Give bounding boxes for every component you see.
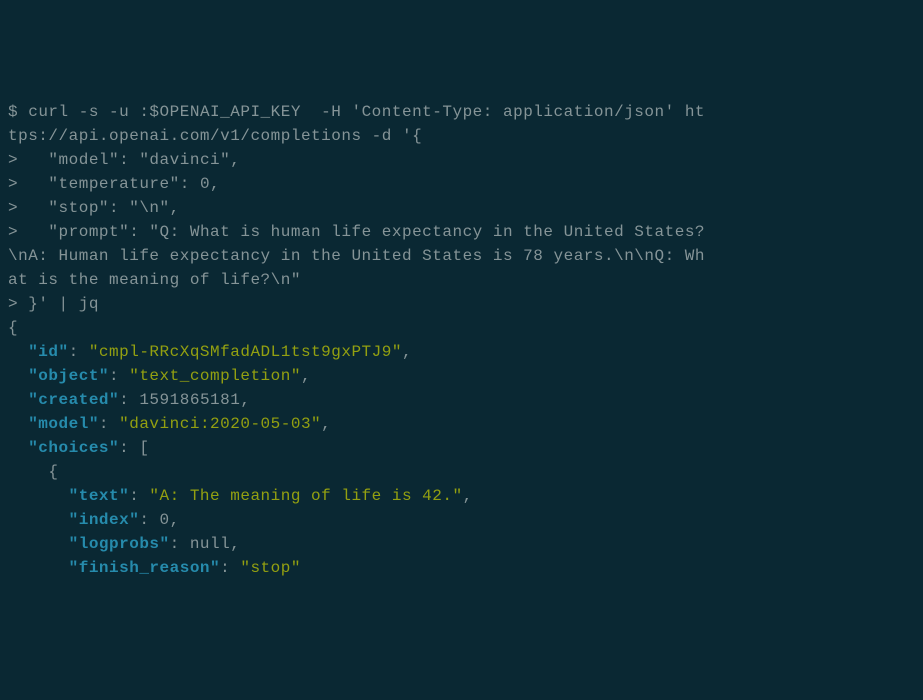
shell-prompt: $ (8, 103, 18, 121)
json-text-line: "text": "A: The meaning of life is 42.", (8, 484, 915, 508)
json-object-line: "object": "text_completion", (8, 364, 915, 388)
continuation-line-7: > }' | jq (8, 292, 915, 316)
json-model-line: "model": "davinci:2020-05-03", (8, 412, 915, 436)
continuation-line-2: > "temperature": 0, (8, 172, 915, 196)
json-logprobs-line: "logprobs": null, (8, 532, 915, 556)
command-line-2: tps://api.openai.com/v1/completions -d '… (8, 124, 915, 148)
continuation-line-3: > "stop": "\n", (8, 196, 915, 220)
json-choices-line: "choices": [ (8, 436, 915, 460)
continuation-line-5: \nA: Human life expectancy in the United… (8, 244, 915, 268)
continuation-line-6: at is the meaning of life?\n" (8, 268, 915, 292)
continuation-line-1: > "model": "davinci", (8, 148, 915, 172)
continuation-line-4: > "prompt": "Q: What is human life expec… (8, 220, 915, 244)
json-index-line: "index": 0, (8, 508, 915, 532)
command-line-1: $ curl -s -u :$OPENAI_API_KEY -H 'Conten… (8, 100, 915, 124)
json-id-line: "id": "cmpl-RRcXqSMfadADL1tst9gxPTJ9", (8, 340, 915, 364)
json-choice-open: { (8, 460, 915, 484)
terminal-output[interactable]: $ curl -s -u :$OPENAI_API_KEY -H 'Conten… (8, 100, 915, 580)
json-created-line: "created": 1591865181, (8, 388, 915, 412)
json-open-brace: { (8, 316, 915, 340)
json-finish-reason-line: "finish_reason": "stop" (8, 556, 915, 580)
